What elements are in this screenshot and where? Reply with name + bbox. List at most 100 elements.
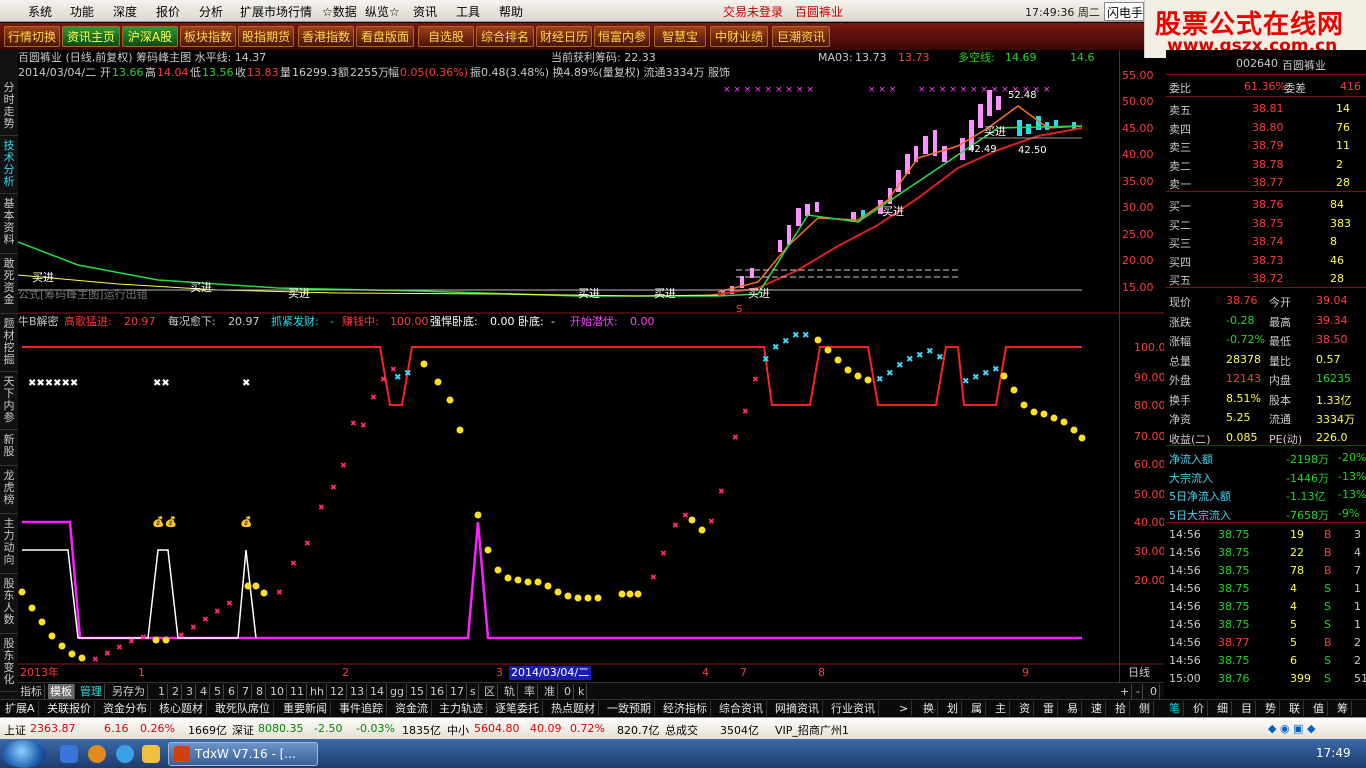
func-r-8[interactable]: 拾 (1112, 701, 1130, 716)
media-icon[interactable] (88, 745, 106, 763)
btab-template[interactable]: 模板 (48, 684, 75, 699)
btab-7[interactable]: 7 (240, 684, 252, 699)
ltab-daredevil-funds[interactable]: 敢死资金 (0, 256, 18, 314)
func-hot-theme[interactable]: 热点题材 (548, 701, 599, 716)
func-r-1[interactable]: 划 (944, 701, 962, 716)
func-r-0[interactable]: 换 (920, 701, 938, 716)
btab-17[interactable]: 17 (448, 684, 467, 699)
tb-index-futures[interactable]: 股指期货 (238, 26, 294, 47)
tb-ranking[interactable]: 综合排名 (476, 26, 534, 47)
func-ext-a[interactable]: 扩展A (2, 701, 39, 716)
menu-quote[interactable]: 报价 (156, 3, 180, 20)
btab-2[interactable]: 2 (170, 684, 182, 699)
tb-watchlist[interactable]: 自选股 (418, 26, 474, 47)
func-general-news[interactable]: 综合资讯 (716, 701, 767, 716)
zoom-out-button[interactable]: - (1134, 684, 1143, 699)
btab-rate[interactable]: 率 (522, 684, 538, 699)
menu-news[interactable]: 资讯 (413, 3, 437, 20)
btab-accurate[interactable]: 准 (542, 684, 558, 699)
menu-ext-market[interactable]: 扩展市场行情 (240, 3, 312, 20)
func-consensus[interactable]: 一致预期 (604, 701, 655, 716)
btab-gg[interactable]: gg (388, 684, 407, 699)
func-major-news[interactable]: 重要新闻 (280, 701, 331, 716)
btab-16[interactable]: 16 (428, 684, 447, 699)
rtab-link[interactable]: 联 (1286, 701, 1304, 716)
ltab-intraday[interactable]: 分时走势 (0, 80, 18, 136)
ltab-insider-ref[interactable]: 天下内参 (0, 374, 18, 430)
rtab-trades[interactable]: 笔 (1166, 701, 1184, 716)
taskbar-app-tdx[interactable]: TdxW V7.16 - [... (168, 742, 318, 766)
btab-1[interactable]: 1 (156, 684, 168, 699)
func-r-3[interactable]: 主 (992, 701, 1010, 716)
menu-overview[interactable]: 纵览☆ (365, 3, 400, 20)
func-industry-news[interactable]: 行业资讯 (828, 701, 879, 716)
rtab-target[interactable]: 目 (1238, 701, 1256, 716)
btab-zone[interactable]: 区 (482, 684, 498, 699)
tb-sector-index[interactable]: 板块指数 (180, 26, 236, 47)
menu-tools[interactable]: 工具 (456, 3, 480, 20)
rtab-chips[interactable]: 筹 (1334, 701, 1352, 716)
ltab-holders-change[interactable]: 股东变化 (0, 636, 18, 692)
tb-a-shares[interactable]: 沪深A股 (122, 26, 178, 47)
func-econ-indicator[interactable]: 经济指标 (660, 701, 711, 716)
menu-system[interactable]: 系统 (28, 3, 52, 20)
func-r-6[interactable]: 易 (1064, 701, 1082, 716)
trade-login-status[interactable]: 交易未登录 (723, 3, 783, 20)
ltab-technical[interactable]: 技术分析 (0, 138, 18, 194)
func-r-4[interactable]: 资 (1016, 701, 1034, 716)
func-r-5[interactable]: 雷 (1040, 701, 1058, 716)
btab-10[interactable]: 10 (268, 684, 287, 699)
func-web-digest[interactable]: 网摘资讯 (772, 701, 823, 716)
zoom-reset-button[interactable]: 0 (1148, 684, 1160, 699)
btab-6[interactable]: 6 (226, 684, 238, 699)
btab-5[interactable]: 5 (212, 684, 224, 699)
menu-function[interactable]: 功能 (70, 3, 94, 20)
btab-11[interactable]: 11 (288, 684, 307, 699)
ltab-dragon-tiger[interactable]: 龙虎榜 (0, 468, 18, 514)
ltab-ipo[interactable]: 新股 (0, 432, 18, 466)
ltab-fundamentals[interactable]: 基本资料 (0, 196, 18, 254)
func-fund-dist[interactable]: 资金分布 (100, 701, 151, 716)
func-order-by-order[interactable]: 逐笔委托 (492, 701, 543, 716)
zoom-in-button[interactable]: + (1118, 684, 1133, 699)
btab-manage[interactable]: 管理 (78, 684, 105, 699)
explorer-icon[interactable] (60, 745, 78, 763)
vip-server[interactable]: VIP_招商广州1 (775, 722, 849, 738)
func-related-quote[interactable]: 关联报价 (44, 701, 95, 716)
tb-calendar[interactable]: 财经日历 (536, 26, 592, 47)
func-r-9[interactable]: 侧 (1136, 701, 1154, 716)
period-label[interactable]: 日线 (1128, 665, 1150, 679)
rtab-price[interactable]: 价 (1190, 701, 1208, 716)
btab-12[interactable]: 12 (328, 684, 347, 699)
func-fund-flow[interactable]: 资金流 (392, 701, 432, 716)
rtab-detail[interactable]: 细 (1214, 701, 1232, 716)
sh-label[interactable]: 上证 (4, 722, 26, 738)
ltab-holders-count[interactable]: 股东人数 (0, 576, 18, 634)
btab-0[interactable]: 0 (562, 684, 574, 699)
tb-cninfo[interactable]: 巨潮资讯 (772, 26, 830, 47)
func-core-theme[interactable]: 核心题材 (156, 701, 207, 716)
btab-14[interactable]: 14 (368, 684, 387, 699)
tb-earnings[interactable]: 中财业绩 (710, 26, 768, 47)
tb-quote-switch[interactable]: 行情切换 (4, 26, 60, 47)
func-r-2[interactable]: 属 (968, 701, 986, 716)
tb-insider[interactable]: 恒富内参 (594, 26, 650, 47)
func-r-7[interactable]: 速 (1088, 701, 1106, 716)
sz-label[interactable]: 深证 (232, 722, 254, 738)
menu-depth[interactable]: 深度 (113, 3, 137, 20)
btab-indicator[interactable]: 指标 (18, 684, 45, 699)
func-main-trace[interactable]: 主力轨迹 (436, 701, 487, 716)
btab-hh[interactable]: hh (308, 684, 327, 699)
ltab-theme-mining[interactable]: 题材挖掘 (0, 316, 18, 372)
btab-save-as[interactable]: 另存为 (110, 684, 148, 699)
tb-news-home[interactable]: 资讯主页 (62, 26, 120, 47)
ie-icon[interactable] (116, 745, 134, 763)
btab-s[interactable]: s (468, 684, 479, 699)
btab-4[interactable]: 4 (198, 684, 210, 699)
flash-trade-box[interactable]: 闪电手 (1104, 2, 1144, 21)
folder-icon[interactable] (142, 745, 160, 763)
btab-track[interactable]: 轨 (502, 684, 518, 699)
start-button[interactable] (2, 740, 46, 768)
func-event-track[interactable]: 事件追踪 (336, 701, 387, 716)
menu-analysis[interactable]: 分析 (199, 3, 223, 20)
